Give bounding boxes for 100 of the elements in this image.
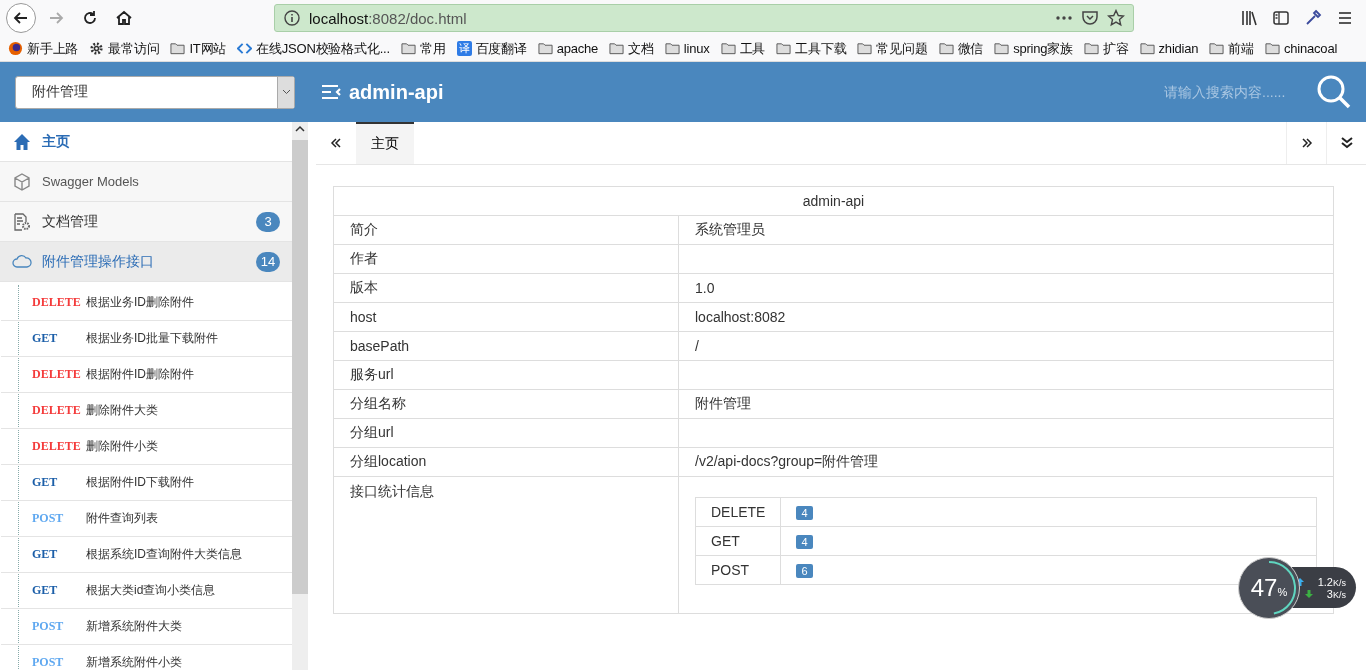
folder-icon — [609, 41, 625, 56]
folder-icon — [1209, 41, 1225, 56]
app-title: admin-api — [349, 80, 444, 104]
table-cell: 系统管理员 — [678, 215, 1334, 245]
sidebar-item[interactable]: 附件管理操作接口 14 — [0, 242, 292, 282]
star-icon[interactable] — [1107, 9, 1125, 27]
bookmark[interactable]: zhidian — [1139, 41, 1199, 56]
folder-icon — [938, 41, 954, 56]
http-method: GET — [32, 331, 59, 346]
double-chevron-down-icon — [1339, 136, 1354, 150]
reload-icon — [81, 9, 99, 27]
folder-icon — [1139, 41, 1155, 56]
browser-logo-icon — [8, 41, 23, 56]
count-badge: 4 — [796, 535, 813, 549]
table-cell: GET — [695, 526, 781, 556]
table-cell: 附件管理 — [678, 389, 1334, 419]
table-cell: 版本 — [333, 273, 679, 303]
count-badge: 4 — [796, 506, 813, 520]
http-method: DELETE — [32, 295, 82, 310]
endpoint-name: 新增系统附件大类 — [86, 618, 182, 635]
collapse-menu-icon[interactable] — [321, 83, 343, 101]
pocket-icon[interactable] — [1081, 9, 1099, 27]
code-icon — [237, 41, 253, 56]
http-method: GET — [32, 475, 59, 490]
usage-percent: 47% — [1250, 574, 1288, 602]
bookmark[interactable]: 扩容 — [1083, 39, 1129, 58]
folder-icon — [1264, 41, 1280, 56]
endpoint-name: 根据附件ID下载附件 — [86, 474, 194, 491]
bookmark[interactable]: spring家族 — [994, 39, 1073, 58]
bookmark[interactable]: 新手上路 — [8, 39, 79, 58]
table-cell: /v2/api-docs?group=附件管理 — [678, 447, 1334, 477]
page-tab[interactable]: 主页 — [356, 122, 414, 164]
http-method: GET — [32, 583, 59, 598]
bookmark[interactable]: apache — [537, 41, 599, 56]
back-button[interactable] — [6, 3, 36, 33]
table-cell: host — [333, 302, 679, 332]
table-cell: / — [678, 331, 1334, 361]
table-cell: POST — [695, 555, 781, 585]
url-text: localhost:8082/doc.html — [309, 9, 467, 27]
group-select[interactable]: 附件管理 — [15, 75, 295, 109]
bookmark[interactable]: 在线JSON校验格式化... — [237, 39, 390, 58]
endpoint-name: 附件查询列表 — [86, 510, 158, 527]
table-cell: basePath — [333, 331, 679, 361]
endpoint-name: 根据业务ID批量下载附件 — [86, 330, 218, 347]
double-chevron-left-icon — [329, 136, 343, 150]
endpoint-name: 根据大类id查询小类信息 — [86, 582, 216, 599]
folder-icon — [400, 41, 416, 56]
eyedropper-icon[interactable] — [1304, 9, 1322, 27]
bookmark[interactable]: 常用 — [400, 39, 446, 58]
bookmark[interactable]: 微信 — [938, 39, 984, 58]
sidebar-icon[interactable] — [1272, 9, 1290, 27]
endpoint-name: 删除附件大类 — [86, 402, 158, 419]
gear-icon — [89, 41, 105, 56]
table-cell: 服务url — [333, 360, 679, 390]
table-cell: 分组url — [333, 418, 679, 448]
table-cell: 1.0 — [678, 273, 1334, 303]
table-cell: 作者 — [333, 244, 679, 274]
bookmark[interactable]: IT网站 — [170, 39, 227, 58]
search-field[interactable]: 请输入搜索内容...... — [1162, 83, 1306, 101]
download-arrow-icon — [1304, 589, 1313, 598]
table-cell: DELETE — [695, 497, 781, 527]
bookmark[interactable]: 常见问题 — [857, 39, 928, 58]
table-cell: 分组location — [333, 447, 679, 477]
table-caption: admin-api — [333, 186, 1334, 216]
address-bar[interactable]: localhost:8082/doc.html — [274, 4, 1134, 32]
translate-icon: 译 — [456, 41, 472, 56]
bookmark[interactable]: 译 百度翻译 — [456, 39, 527, 58]
table-cell: 分组名称 — [333, 389, 679, 419]
http-method: DELETE — [32, 403, 82, 418]
bookmark[interactable]: chinacoal — [1264, 41, 1338, 56]
endpoint-name: 新增系统附件小类 — [86, 654, 182, 670]
scrollbar[interactable] — [292, 122, 308, 670]
bookmark[interactable]: 工具下载 — [776, 39, 847, 58]
search-icon[interactable] — [1316, 74, 1352, 110]
cloud-icon — [12, 252, 32, 271]
endpoint-name: 根据附件ID删除附件 — [86, 366, 194, 383]
count-badge: 3 — [256, 211, 280, 232]
folder-icon — [1083, 41, 1099, 56]
bookmark[interactable]: linux — [664, 41, 710, 56]
home-icon — [12, 132, 32, 151]
http-method: DELETE — [32, 367, 82, 382]
table-cell: localhost:8082 — [678, 302, 1334, 332]
table-cell: 接口统计信息 — [333, 476, 679, 614]
bookmark[interactable]: 工具 — [720, 39, 766, 58]
sidebar-item-label: 附件管理操作接口 — [42, 252, 155, 271]
sidebar-item[interactable]: 文档管理 3 — [0, 202, 292, 242]
bookmark[interactable]: 最常访问 — [89, 39, 160, 58]
bookmark[interactable]: 前端 — [1209, 39, 1254, 58]
menu-icon[interactable] — [1336, 9, 1354, 27]
info-icon — [283, 9, 301, 27]
caret-icon — [281, 89, 291, 95]
bookmark[interactable]: 文档 — [609, 39, 654, 58]
folder-icon — [720, 41, 736, 56]
library-icon[interactable] — [1240, 9, 1258, 27]
home-icon — [115, 9, 133, 27]
sidebar-item-label: Swagger Models — [42, 174, 140, 189]
endpoint-name: 根据业务ID删除附件 — [86, 294, 194, 311]
endpoint-name: 根据系统ID查询附件大类信息 — [86, 546, 242, 563]
sidebar-item[interactable]: Swagger Models — [0, 162, 292, 202]
sidebar-item-label: 文档管理 — [42, 212, 99, 231]
